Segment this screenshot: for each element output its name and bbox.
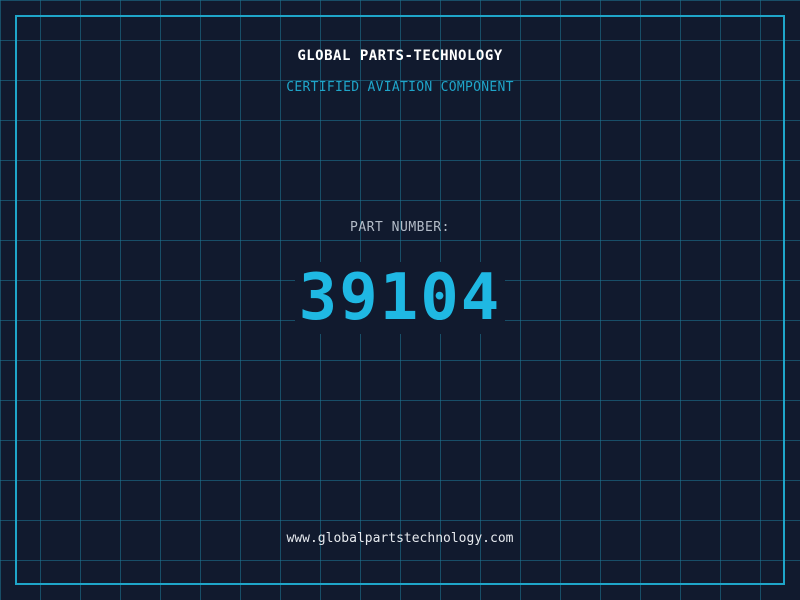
part-number-label: PART NUMBER: (350, 220, 450, 235)
tagline: CERTIFIED AVIATION COMPONENT (286, 80, 514, 95)
brand-title: GLOBAL PARTS-TECHNOLOGY (297, 48, 503, 64)
part-number-display: 39104 (0, 262, 800, 334)
website-url: www.globalpartstechnology.com (286, 531, 514, 546)
part-number-value: 39104 (294, 262, 506, 334)
